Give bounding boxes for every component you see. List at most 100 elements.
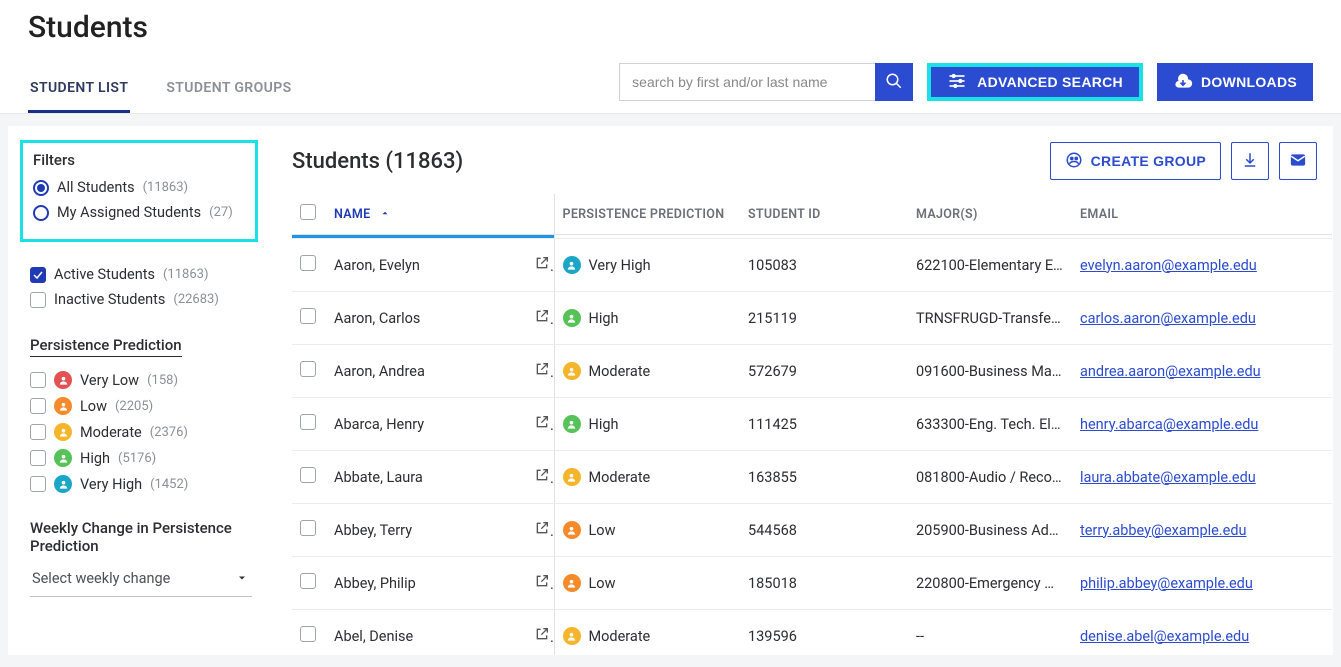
persistence-level-icon xyxy=(54,371,72,389)
open-external-icon[interactable] xyxy=(534,364,550,381)
cell-name[interactable]: Abbey, Philip xyxy=(326,557,526,610)
cell-prediction: Moderate xyxy=(563,627,733,645)
cell-name[interactable]: Aaron, Andrea xyxy=(326,345,526,398)
weekly-change-select[interactable]: Select weekly change xyxy=(30,561,252,597)
advanced-search-label: ADVANCED SEARCH xyxy=(977,74,1123,90)
weekly-change-title: Weekly Change in Persistence Prediction xyxy=(30,519,252,555)
filter-level-very-high[interactable]: Very High(1452) xyxy=(30,475,252,493)
search-input[interactable] xyxy=(619,63,875,101)
email-link[interactable]: andrea.aaron@example.edu xyxy=(1080,363,1261,380)
email-link[interactable]: evelyn.aaron@example.edu xyxy=(1080,257,1257,274)
col-name-label: NAME xyxy=(334,207,370,222)
cell-name[interactable]: Aaron, Carlos xyxy=(326,292,526,345)
checkbox-icon xyxy=(30,267,46,283)
cell-prediction: Low xyxy=(563,574,733,592)
open-external-icon[interactable] xyxy=(534,417,550,434)
row-checkbox[interactable] xyxy=(300,520,316,536)
tabs: STUDENT LIST STUDENT GROUPS xyxy=(28,70,294,113)
cell-prediction: Moderate xyxy=(563,468,733,486)
persistence-level-icon xyxy=(54,397,72,415)
prediction-label: Moderate xyxy=(589,628,651,645)
filters-sidebar: Filters All Students (11863) My Assigned… xyxy=(8,126,270,655)
cell-major: TRNSFRUGD-Transfer … xyxy=(908,292,1072,345)
prediction-label: High xyxy=(589,416,619,433)
scope-label: All Students xyxy=(57,179,135,196)
cell-name[interactable]: Abbey, Terry xyxy=(326,504,526,557)
cell-major: 205900-Business Adm… xyxy=(908,504,1072,557)
row-checkbox[interactable] xyxy=(300,255,316,271)
download-button[interactable] xyxy=(1231,142,1269,180)
scope-all-students[interactable]: All Students (11863) xyxy=(33,179,245,196)
radio-icon xyxy=(33,205,49,221)
cell-email: denise.abel@example.edu xyxy=(1072,610,1332,656)
open-external-icon[interactable] xyxy=(534,629,550,646)
tab-student-groups[interactable]: STUDENT GROUPS xyxy=(164,70,293,113)
filter-level-very-low[interactable]: Very Low(158) xyxy=(30,371,252,389)
email-link[interactable]: laura.abbate@example.edu xyxy=(1080,469,1256,486)
search-button[interactable] xyxy=(875,63,913,101)
email-link[interactable]: terry.abbey@example.edu xyxy=(1080,522,1247,539)
page-title: Students xyxy=(28,10,1313,45)
open-external-icon[interactable] xyxy=(534,523,550,540)
scope-my-assigned[interactable]: My Assigned Students (27) xyxy=(33,204,245,221)
cell-major: -- xyxy=(908,610,1072,656)
table-row: Abel, DeniseModerate139596--denise.abel@… xyxy=(292,610,1332,656)
open-external-icon[interactable] xyxy=(534,258,550,275)
row-checkbox[interactable] xyxy=(300,626,316,642)
row-checkbox[interactable] xyxy=(300,361,316,377)
email-link[interactable]: philip.abbey@example.edu xyxy=(1080,575,1253,592)
cell-student-id: 105083 xyxy=(740,239,908,292)
email-button[interactable] xyxy=(1279,142,1317,180)
row-checkbox[interactable] xyxy=(300,573,316,589)
downloads-button[interactable]: DOWNLOADS xyxy=(1157,63,1313,101)
filter-label: Active Students xyxy=(54,266,155,283)
tab-student-list[interactable]: STUDENT LIST xyxy=(28,70,130,113)
checkbox-icon xyxy=(30,292,46,308)
filter-label: High xyxy=(80,450,110,467)
email-link[interactable]: denise.abel@example.edu xyxy=(1080,628,1249,645)
search-icon xyxy=(885,72,903,93)
advanced-search-button[interactable]: ADVANCED SEARCH xyxy=(927,63,1143,101)
cell-email: terry.abbey@example.edu xyxy=(1072,504,1332,557)
cell-student-id: 215119 xyxy=(740,292,908,345)
cell-email: philip.abbey@example.edu xyxy=(1072,557,1332,610)
filters-icon xyxy=(947,71,967,94)
filter-active-students[interactable]: Active Students (11863) xyxy=(30,266,252,283)
persistence-level-icon xyxy=(563,256,581,274)
main-title: Students (11863) xyxy=(292,149,463,174)
scope-label: My Assigned Students xyxy=(57,204,201,221)
create-group-button[interactable]: CREATE GROUP xyxy=(1050,142,1221,180)
filter-inactive-students[interactable]: Inactive Students (22683) xyxy=(30,291,252,308)
scope-count: (11863) xyxy=(143,180,189,195)
open-external-icon[interactable] xyxy=(534,470,550,487)
col-checkbox[interactable] xyxy=(292,194,326,235)
email-link[interactable]: carlos.aaron@example.edu xyxy=(1080,310,1256,327)
cell-name[interactable]: Abel, Denise xyxy=(326,610,526,656)
col-majors-header[interactable]: MAJOR(S) xyxy=(908,194,1072,235)
filter-count: (5176) xyxy=(118,451,156,466)
row-checkbox[interactable] xyxy=(300,414,316,430)
open-external-icon[interactable] xyxy=(534,311,550,328)
status-filters: Active Students (11863) Inactive Student… xyxy=(8,252,270,320)
main-actions: CREATE GROUP xyxy=(1050,142,1317,180)
col-prediction-header[interactable]: PERSISTENCE PREDICTION xyxy=(554,194,740,235)
email-link[interactable]: henry.abarca@example.edu xyxy=(1080,416,1258,433)
row-checkbox[interactable] xyxy=(300,308,316,324)
open-external-icon[interactable] xyxy=(534,576,550,593)
cell-name[interactable]: Abbate, Laura xyxy=(326,451,526,504)
cell-name[interactable]: Aaron, Evelyn xyxy=(326,239,526,292)
row-checkbox[interactable] xyxy=(300,467,316,483)
table-row: Abbate, LauraModerate163855081800-Audio … xyxy=(292,451,1332,504)
cell-name[interactable]: Abarca, Henry xyxy=(326,398,526,451)
col-studentid-header[interactable]: STUDENT ID xyxy=(740,194,908,235)
cell-student-id: 111425 xyxy=(740,398,908,451)
table-row: Aaron, AndreaModerate572679091600-Busine… xyxy=(292,345,1332,398)
filter-level-moderate[interactable]: Moderate(2376) xyxy=(30,423,252,441)
prediction-label: Low xyxy=(589,522,616,539)
col-name-header[interactable]: NAME xyxy=(326,194,526,235)
filter-level-low[interactable]: Low(2205) xyxy=(30,397,252,415)
filter-level-high[interactable]: High (5176) xyxy=(30,449,252,467)
students-table: NAME PERSISTENCE PREDICTION STUDENT ID M… xyxy=(292,194,1332,655)
radio-icon xyxy=(33,180,49,196)
col-email-header[interactable]: EMAIL xyxy=(1072,194,1332,235)
